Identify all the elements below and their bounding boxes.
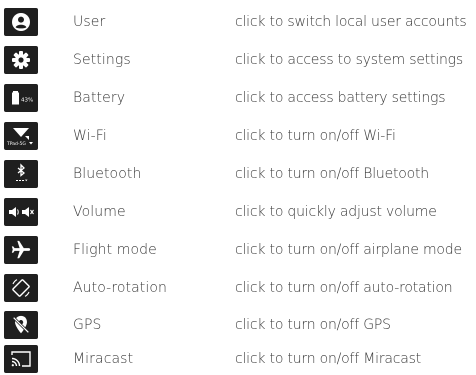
legend-row-settings: Settings click to access to system setti… bbox=[0, 46, 476, 74]
feature-name: Miracast bbox=[73, 351, 134, 367]
feature-name: User bbox=[73, 14, 106, 30]
feature-description: click to switch local user accounts bbox=[235, 14, 467, 30]
feature-description: click to access to system settings bbox=[235, 52, 463, 68]
feature-name: Flight mode bbox=[73, 242, 157, 258]
feature-description: click to turn on/off Bluetooth bbox=[235, 166, 429, 182]
feature-description: click to turn on/off Wi-Fi bbox=[235, 128, 396, 144]
feature-name: Bluetooth bbox=[73, 166, 142, 182]
legend-row-miracast: Miracast click to turn on/off Miracast bbox=[0, 345, 476, 373]
feature-description: click to turn on/off airplane mode bbox=[235, 242, 462, 258]
feature-name: Settings bbox=[73, 52, 131, 68]
legend-row-user: User click to switch local user accounts bbox=[0, 8, 476, 36]
battery-icon: 43% bbox=[4, 84, 38, 112]
legend-row-wifi: TPad-5G Wi-Fi click to turn on/off Wi-Fi bbox=[0, 122, 476, 150]
feature-name: GPS bbox=[73, 317, 102, 333]
bluetooth-icon bbox=[4, 160, 38, 188]
volume-icon bbox=[4, 198, 38, 226]
feature-name: Battery bbox=[73, 90, 126, 106]
rotation-icon bbox=[4, 274, 38, 302]
feature-description: click to quickly adjust volume bbox=[235, 204, 437, 220]
legend-row-auto-rotation: Auto-rotation click to turn on/off auto-… bbox=[0, 274, 476, 302]
wifi-network-name: TPad-5G bbox=[6, 141, 26, 147]
feature-description: click to turn on/off GPS bbox=[235, 317, 391, 333]
legend-row-flight-mode: Flight mode click to turn on/off airplan… bbox=[0, 236, 476, 264]
legend-row-gps: GPS click to turn on/off GPS bbox=[0, 311, 476, 339]
feature-name: Auto-rotation bbox=[73, 280, 168, 296]
legend-row-battery: 43% Battery click to access battery sett… bbox=[0, 84, 476, 112]
quick-settings-legend: User click to switch local user accounts bbox=[0, 0, 476, 375]
legend-row-volume: Volume click to quickly adjust volume bbox=[0, 198, 476, 226]
feature-description: click to turn on/off Miracast bbox=[235, 351, 422, 367]
user-icon bbox=[4, 8, 38, 36]
gps-off-icon bbox=[4, 311, 38, 339]
gear-icon bbox=[4, 46, 38, 74]
feature-description: click to access battery settings bbox=[235, 90, 446, 106]
cast-icon bbox=[4, 345, 38, 373]
legend-row-bluetooth: Bluetooth click to turn on/off Bluetooth bbox=[0, 160, 476, 188]
battery-percent: 43% bbox=[21, 98, 33, 104]
feature-description: click to turn on/off auto-rotation bbox=[235, 280, 453, 296]
airplane-icon bbox=[4, 236, 38, 264]
feature-name: Wi-Fi bbox=[73, 128, 107, 144]
feature-name: Volume bbox=[73, 204, 126, 220]
wifi-icon: TPad-5G bbox=[4, 122, 38, 150]
